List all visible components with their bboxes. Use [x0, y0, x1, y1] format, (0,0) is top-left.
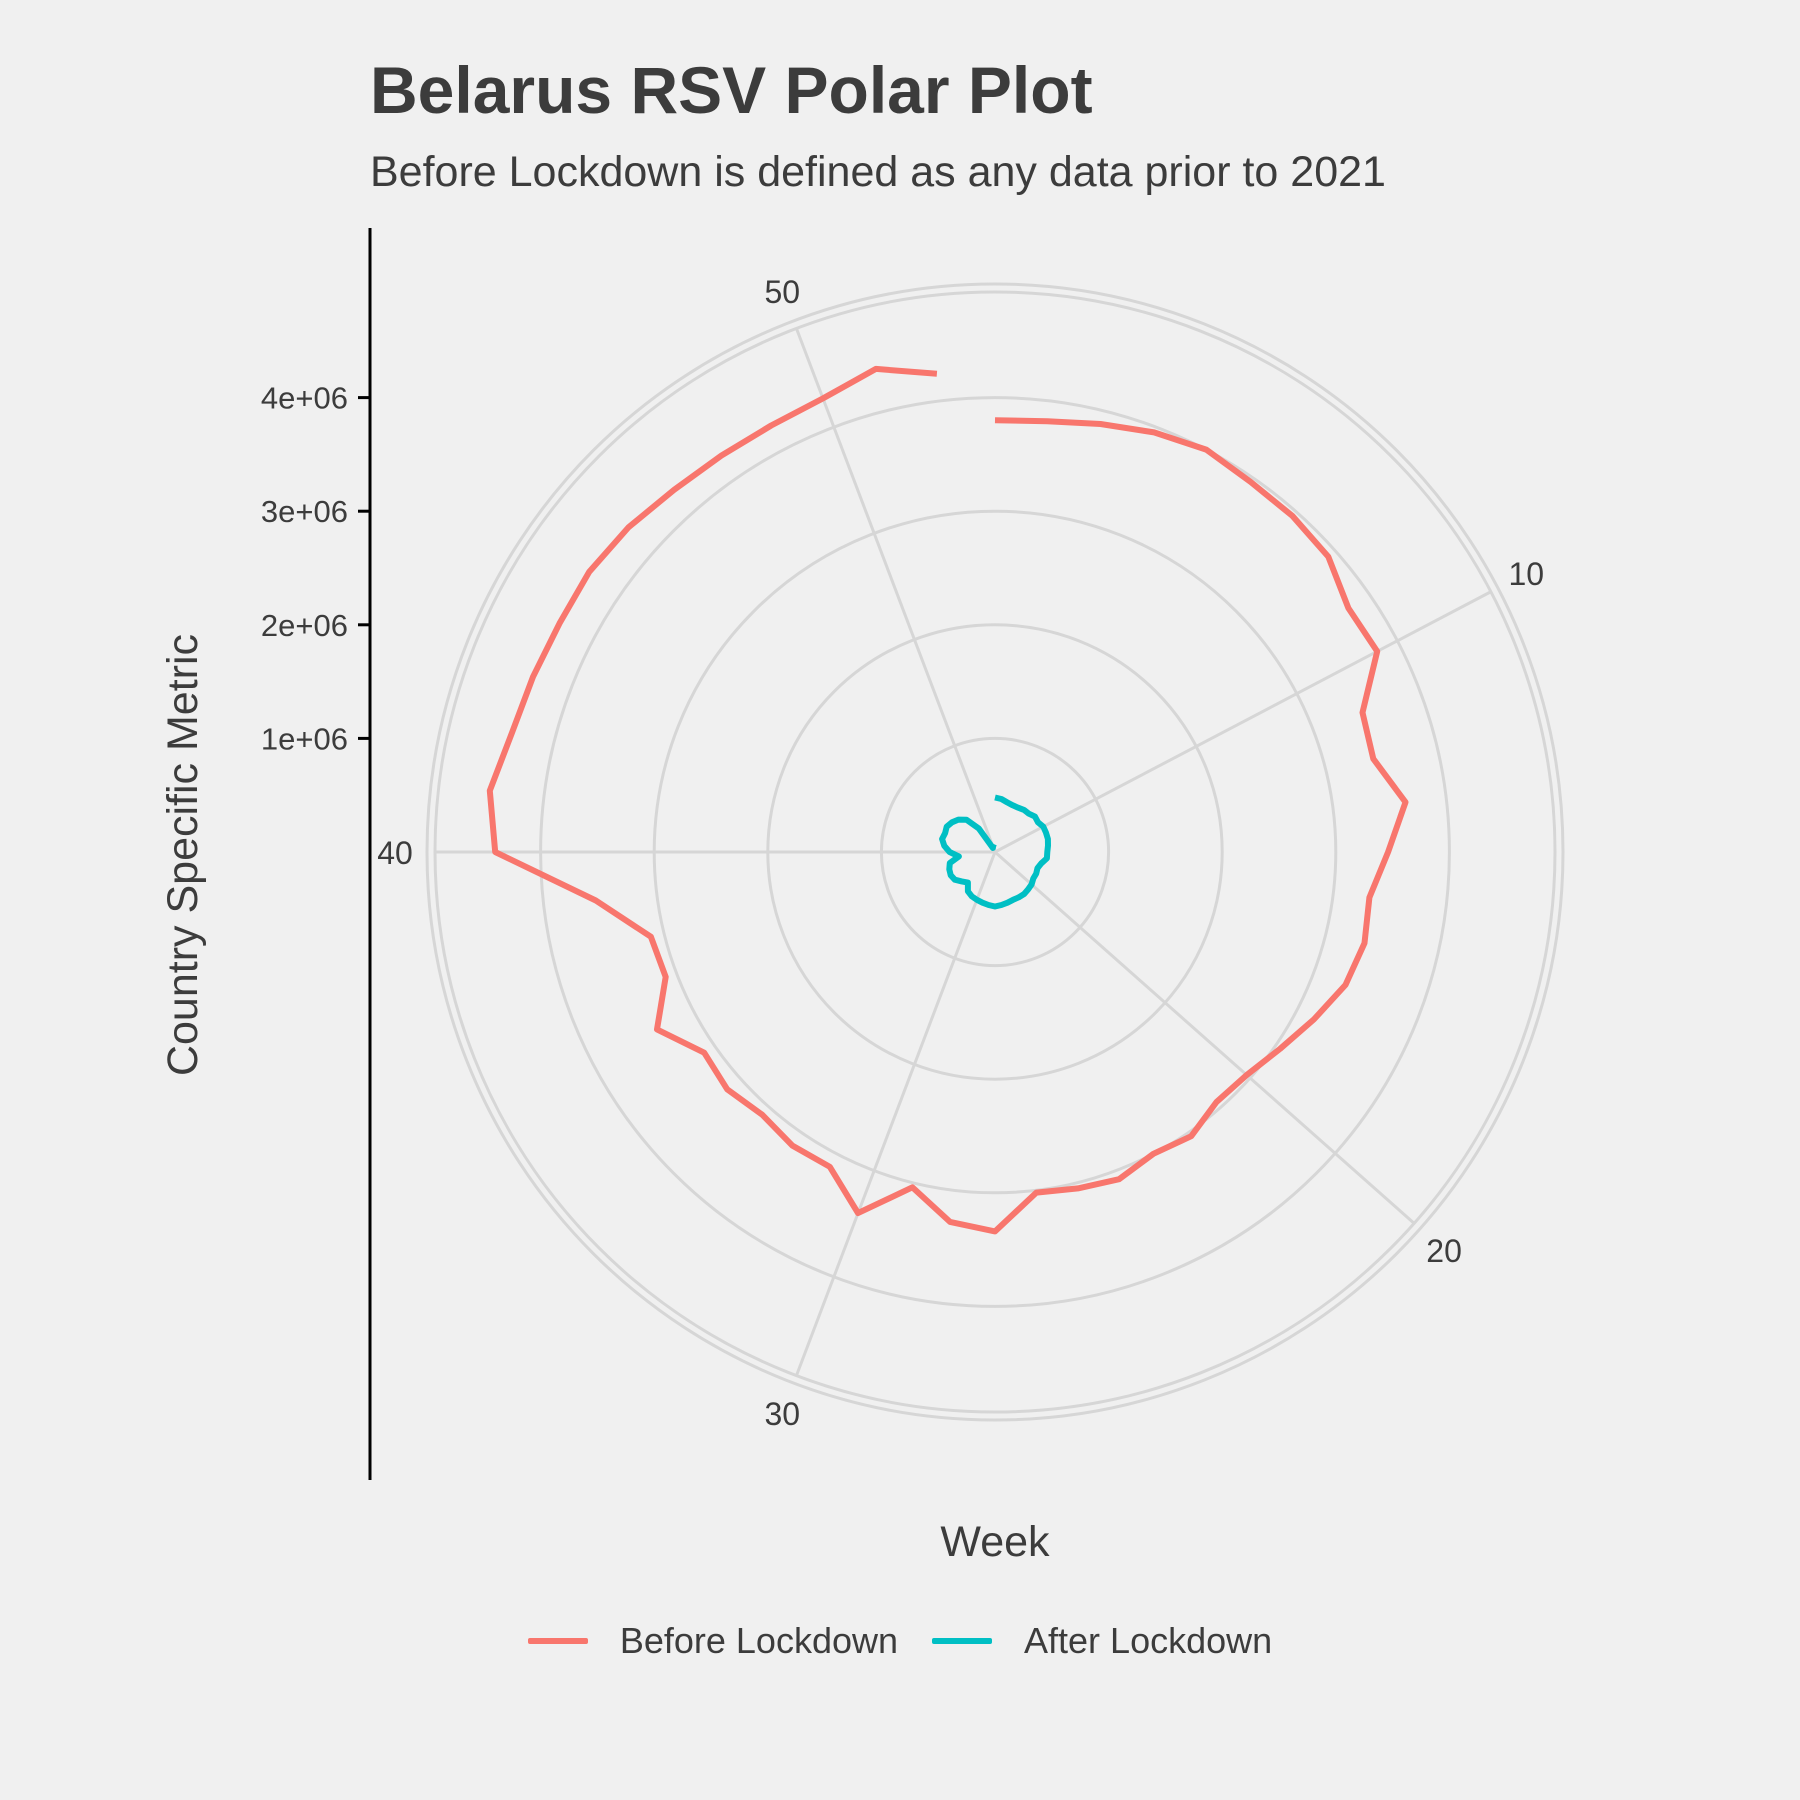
- x-tick-label: 10: [1508, 556, 1544, 592]
- y-axis-label: Country Specific Metric: [159, 634, 207, 1076]
- grid-spoke: [994, 850, 1416, 1225]
- grid-spoke: [795, 327, 997, 853]
- x-axis-label: Week: [940, 1518, 1050, 1566]
- legend: Before Lockdown After Lockdown: [0, 1620, 1800, 1662]
- legend-label-after: After Lockdown: [1024, 1620, 1273, 1661]
- polar-chart: 10 20 30 40 50 1e+06 2e+06 3e+06 4e+06 Country …: [159, 228, 1565, 1566]
- x-tick-label: 20: [1426, 1233, 1462, 1269]
- x-tick-label: 50: [764, 274, 800, 310]
- legend-item-after: After Lockdown: [932, 1620, 1272, 1662]
- legend-label-before: Before Lockdown: [619, 1620, 899, 1661]
- y-tick-label: 4e+06: [261, 381, 348, 416]
- series-layer: [486, 365, 1409, 1235]
- legend-key-after: [932, 1638, 993, 1644]
- grid-spoke: [795, 851, 997, 1377]
- x-tick-label: 30: [764, 1396, 800, 1432]
- grid-spoke: [994, 590, 1492, 854]
- series-line-before-lockdown: [486, 365, 1409, 1235]
- x-tick-label: 40: [377, 835, 413, 871]
- legend-item-before: Before Lockdown: [527, 1620, 899, 1662]
- y-tick-label: 3e+06: [261, 494, 348, 529]
- y-axis-ticks: 1e+06 2e+06 3e+06 4e+06: [261, 381, 370, 756]
- y-tick-label: 2e+06: [261, 608, 348, 643]
- legend-key-before: [527, 1638, 588, 1644]
- y-tick-label: 1e+06: [261, 721, 348, 756]
